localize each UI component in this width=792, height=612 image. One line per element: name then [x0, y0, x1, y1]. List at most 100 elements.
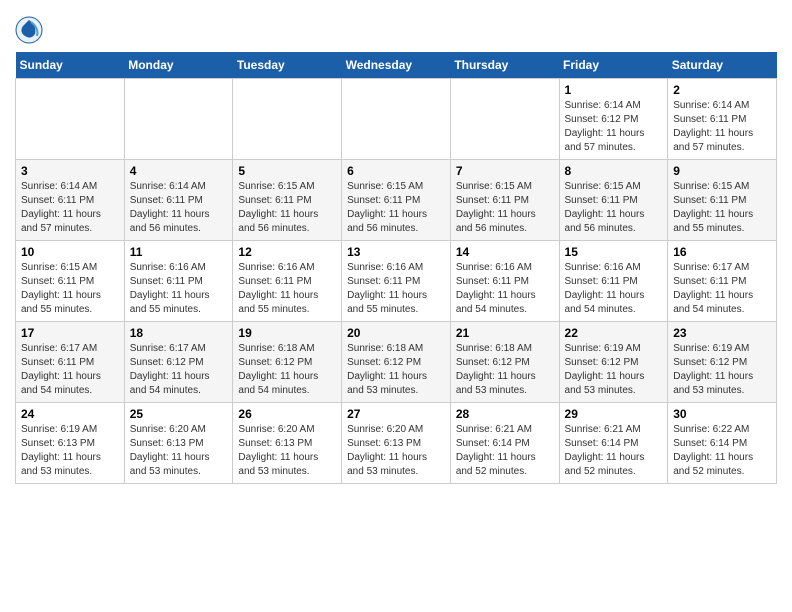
day-number: 21	[456, 326, 554, 340]
calendar-cell: 27 Sunrise: 6:20 AM Sunset: 6:13 PM Dayli…	[342, 403, 451, 484]
day-number: 22	[565, 326, 663, 340]
day-info: Sunrise: 6:15 AM Sunset: 6:11 PM Dayligh…	[238, 180, 336, 236]
day-info: Sunrise: 6:15 AM Sunset: 6:11 PM Dayligh…	[21, 261, 119, 317]
day-info: Sunrise: 6:16 AM Sunset: 6:11 PM Dayligh…	[565, 261, 663, 317]
day-number: 8	[565, 164, 663, 178]
day-info: Sunrise: 6:16 AM Sunset: 6:11 PM Dayligh…	[456, 261, 554, 317]
day-number: 16	[673, 245, 771, 259]
day-info: Sunrise: 6:19 AM Sunset: 6:13 PM Dayligh…	[21, 423, 119, 479]
calendar-header: SundayMondayTuesdayWednesdayThursdayFrid…	[16, 52, 777, 79]
calendar-cell: 28 Sunrise: 6:21 AM Sunset: 6:14 PM Dayli…	[450, 403, 559, 484]
day-info: Sunrise: 6:20 AM Sunset: 6:13 PM Dayligh…	[238, 423, 336, 479]
day-info: Sunrise: 6:21 AM Sunset: 6:14 PM Dayligh…	[565, 423, 663, 479]
calendar-cell: 8 Sunrise: 6:15 AM Sunset: 6:11 PM Daylig…	[559, 160, 668, 241]
day-number: 4	[130, 164, 228, 178]
day-info: Sunrise: 6:15 AM Sunset: 6:11 PM Dayligh…	[673, 180, 771, 236]
day-info: Sunrise: 6:14 AM Sunset: 6:12 PM Dayligh…	[565, 99, 663, 155]
day-number: 10	[21, 245, 119, 259]
day-number: 19	[238, 326, 336, 340]
day-number: 24	[21, 407, 119, 421]
calendar-cell: 3 Sunrise: 6:14 AM Sunset: 6:11 PM Daylig…	[16, 160, 125, 241]
calendar-cell: 15Sunrise: 6:16 AM Sunset: 6:11 PM Dayli…	[559, 241, 668, 322]
weekday-header-saturday: Saturday	[668, 52, 777, 79]
header	[15, 10, 777, 44]
calendar-week-4: 17 Sunrise: 6:17 AM Sunset: 6:11 PM Dayli…	[16, 322, 777, 403]
day-info: Sunrise: 6:14 AM Sunset: 6:11 PM Dayligh…	[21, 180, 119, 236]
calendar-cell: 1 Sunrise: 6:14 AM Sunset: 6:12 PM Daylig…	[559, 79, 668, 160]
calendar-cell	[342, 79, 451, 160]
day-number: 2	[673, 83, 771, 97]
day-info: Sunrise: 6:19 AM Sunset: 6:12 PM Dayligh…	[565, 342, 663, 398]
logo-icon	[15, 16, 43, 44]
day-number: 13	[347, 245, 445, 259]
day-info: Sunrise: 6:15 AM Sunset: 6:11 PM Dayligh…	[565, 180, 663, 236]
calendar-cell: 6Sunrise: 6:15 AM Sunset: 6:11 PM Daylig…	[342, 160, 451, 241]
calendar-cell: 11 Sunrise: 6:16 AM Sunset: 6:11 PM Dayli…	[124, 241, 233, 322]
calendar-cell: 13 Sunrise: 6:16 AM Sunset: 6:11 PM Dayli…	[342, 241, 451, 322]
day-info: Sunrise: 6:21 AM Sunset: 6:14 PM Dayligh…	[456, 423, 554, 479]
calendar-cell: 5Sunrise: 6:15 AM Sunset: 6:11 PM Daylig…	[233, 160, 342, 241]
calendar-cell: 25Sunrise: 6:20 AM Sunset: 6:13 PM Dayli…	[124, 403, 233, 484]
day-info: Sunrise: 6:18 AM Sunset: 6:12 PM Dayligh…	[456, 342, 554, 398]
day-info: Sunrise: 6:15 AM Sunset: 6:11 PM Dayligh…	[456, 180, 554, 236]
day-info: Sunrise: 6:14 AM Sunset: 6:11 PM Dayligh…	[673, 99, 771, 155]
day-number: 26	[238, 407, 336, 421]
weekday-header-tuesday: Tuesday	[233, 52, 342, 79]
calendar-cell	[124, 79, 233, 160]
calendar-cell	[16, 79, 125, 160]
day-number: 29	[565, 407, 663, 421]
day-number: 1	[565, 83, 663, 97]
calendar-week-1: 1 Sunrise: 6:14 AM Sunset: 6:12 PM Daylig…	[16, 79, 777, 160]
calendar-cell: 17 Sunrise: 6:17 AM Sunset: 6:11 PM Dayli…	[16, 322, 125, 403]
calendar-cell: 2 Sunrise: 6:14 AM Sunset: 6:11 PM Daylig…	[668, 79, 777, 160]
calendar-cell: 26 Sunrise: 6:20 AM Sunset: 6:13 PM Dayli…	[233, 403, 342, 484]
day-info: Sunrise: 6:16 AM Sunset: 6:11 PM Dayligh…	[130, 261, 228, 317]
day-info: Sunrise: 6:17 AM Sunset: 6:12 PM Dayligh…	[130, 342, 228, 398]
calendar-table: SundayMondayTuesdayWednesdayThursdayFrid…	[15, 52, 777, 484]
day-info: Sunrise: 6:20 AM Sunset: 6:13 PM Dayligh…	[347, 423, 445, 479]
weekday-header-wednesday: Wednesday	[342, 52, 451, 79]
calendar-cell: 14 Sunrise: 6:16 AM Sunset: 6:11 PM Dayli…	[450, 241, 559, 322]
day-number: 23	[673, 326, 771, 340]
day-number: 7	[456, 164, 554, 178]
calendar-body: 1 Sunrise: 6:14 AM Sunset: 6:12 PM Daylig…	[16, 79, 777, 484]
day-number: 14	[456, 245, 554, 259]
day-number: 30	[673, 407, 771, 421]
calendar-cell: 30 Sunrise: 6:22 AM Sunset: 6:14 PM Dayli…	[668, 403, 777, 484]
calendar-cell: 24 Sunrise: 6:19 AM Sunset: 6:13 PM Dayli…	[16, 403, 125, 484]
calendar-week-3: 10 Sunrise: 6:15 AM Sunset: 6:11 PM Dayli…	[16, 241, 777, 322]
day-number: 3	[21, 164, 119, 178]
calendar-cell: 20Sunrise: 6:18 AM Sunset: 6:12 PM Dayli…	[342, 322, 451, 403]
weekday-header-monday: Monday	[124, 52, 233, 79]
day-number: 9	[673, 164, 771, 178]
logo	[15, 16, 47, 44]
day-number: 11	[130, 245, 228, 259]
calendar-cell: 16 Sunrise: 6:17 AM Sunset: 6:11 PM Dayli…	[668, 241, 777, 322]
calendar-cell: 10 Sunrise: 6:15 AM Sunset: 6:11 PM Dayli…	[16, 241, 125, 322]
day-number: 20	[347, 326, 445, 340]
calendar-cell: 23 Sunrise: 6:19 AM Sunset: 6:12 PM Dayli…	[668, 322, 777, 403]
weekday-header-thursday: Thursday	[450, 52, 559, 79]
calendar-cell: 21 Sunrise: 6:18 AM Sunset: 6:12 PM Dayli…	[450, 322, 559, 403]
day-info: Sunrise: 6:16 AM Sunset: 6:11 PM Dayligh…	[238, 261, 336, 317]
day-info: Sunrise: 6:16 AM Sunset: 6:11 PM Dayligh…	[347, 261, 445, 317]
calendar-cell: 12Sunrise: 6:16 AM Sunset: 6:11 PM Dayli…	[233, 241, 342, 322]
calendar-cell: 18Sunrise: 6:17 AM Sunset: 6:12 PM Dayli…	[124, 322, 233, 403]
calendar-week-5: 24 Sunrise: 6:19 AM Sunset: 6:13 PM Dayli…	[16, 403, 777, 484]
header-row: SundayMondayTuesdayWednesdayThursdayFrid…	[16, 52, 777, 79]
day-info: Sunrise: 6:17 AM Sunset: 6:11 PM Dayligh…	[673, 261, 771, 317]
day-number: 25	[130, 407, 228, 421]
calendar-week-2: 3 Sunrise: 6:14 AM Sunset: 6:11 PM Daylig…	[16, 160, 777, 241]
calendar-cell: 29 Sunrise: 6:21 AM Sunset: 6:14 PM Dayli…	[559, 403, 668, 484]
day-info: Sunrise: 6:17 AM Sunset: 6:11 PM Dayligh…	[21, 342, 119, 398]
day-info: Sunrise: 6:19 AM Sunset: 6:12 PM Dayligh…	[673, 342, 771, 398]
day-number: 17	[21, 326, 119, 340]
day-info: Sunrise: 6:22 AM Sunset: 6:14 PM Dayligh…	[673, 423, 771, 479]
weekday-header-sunday: Sunday	[16, 52, 125, 79]
calendar-cell: 4Sunrise: 6:14 AM Sunset: 6:11 PM Daylig…	[124, 160, 233, 241]
day-info: Sunrise: 6:15 AM Sunset: 6:11 PM Dayligh…	[347, 180, 445, 236]
day-number: 27	[347, 407, 445, 421]
day-number: 28	[456, 407, 554, 421]
calendar-cell	[450, 79, 559, 160]
weekday-header-friday: Friday	[559, 52, 668, 79]
